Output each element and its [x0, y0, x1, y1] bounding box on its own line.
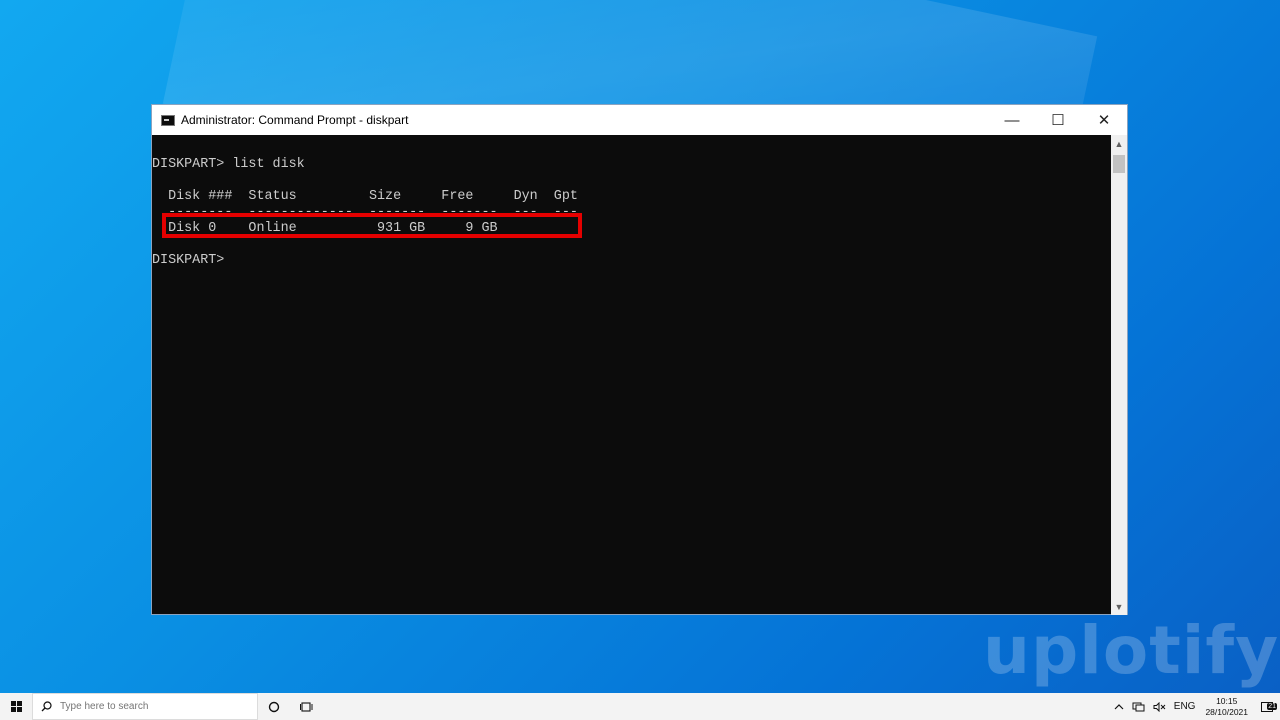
watermark-logo: uplotify: [983, 612, 1280, 689]
network-icon: [1132, 702, 1145, 711]
console-line: DISKPART> list disk: [152, 157, 305, 172]
console-line: DISKPART>: [152, 253, 233, 268]
input-language[interactable]: ENG: [1170, 701, 1200, 712]
search-input[interactable]: [58, 700, 242, 713]
cortana-circle-icon: [268, 701, 280, 712]
disk-row-highlight-box: [162, 213, 582, 238]
maximize-button[interactable]: ☐: [1035, 105, 1081, 135]
command-prompt-icon: [161, 114, 175, 126]
action-center-button[interactable]: 21: [1254, 701, 1280, 712]
task-view-button[interactable]: [290, 693, 322, 720]
speaker-muted-icon: [1153, 701, 1166, 712]
close-button[interactable]: ✕: [1081, 105, 1127, 135]
minimize-button[interactable]: —: [989, 105, 1035, 135]
vertical-scrollbar[interactable]: ▲ ▼: [1111, 135, 1127, 615]
taskbar-search-box[interactable]: [32, 693, 258, 720]
console-output[interactable]: DISKPART> list disk Disk ### Status Size…: [152, 135, 1112, 615]
notification-count-badge: 21: [1267, 702, 1277, 710]
windows-logo-icon: [10, 701, 22, 712]
scroll-up-icon[interactable]: ▲: [1111, 135, 1127, 152]
cortana-button[interactable]: [258, 693, 290, 720]
window-titlebar[interactable]: Administrator: Command Prompt - diskpart…: [152, 105, 1127, 135]
system-tray: ENG 10:15 28/10/2021 21: [1110, 693, 1280, 720]
network-button[interactable]: [1128, 702, 1149, 712]
scrollbar-thumb[interactable]: [1113, 155, 1125, 173]
taskbar-clock[interactable]: 10:15 28/10/2021: [1199, 696, 1254, 718]
console-line: Disk ### Status Size Free Dyn Gpt: [152, 189, 578, 204]
chevron-up-icon: [1114, 703, 1124, 709]
show-hidden-icons-button[interactable]: [1110, 703, 1128, 711]
task-view-icon: [299, 701, 312, 712]
command-prompt-window[interactable]: Administrator: Command Prompt - diskpart…: [151, 104, 1128, 615]
taskbar: ENG 10:15 28/10/2021 21: [0, 693, 1280, 720]
search-icon: [41, 701, 52, 712]
window-title: Administrator: Command Prompt - diskpart: [181, 113, 409, 127]
clock-date: 28/10/2021: [1205, 706, 1248, 717]
start-button[interactable]: [0, 693, 32, 720]
volume-button[interactable]: [1149, 701, 1170, 712]
clock-time: 10:15: [1216, 695, 1238, 706]
